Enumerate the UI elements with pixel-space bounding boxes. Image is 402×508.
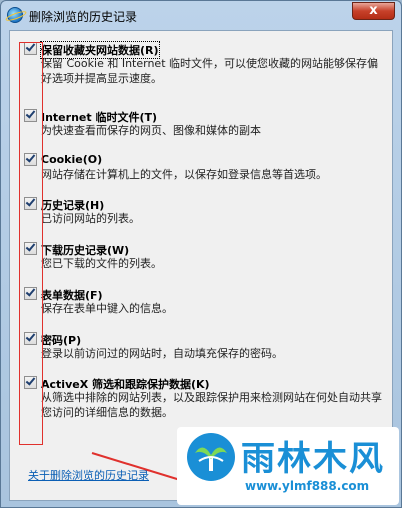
dialog-window: 删除浏览的历史记录 x 保留收藏夹网站数据(R) 保留 Cookie 和 Int… — [0, 0, 402, 508]
option-description: 保存在表单中键入的信息。 — [41, 302, 173, 315]
option-title: Cookie(O) — [41, 153, 103, 166]
close-button[interactable]: x — [352, 2, 395, 20]
option-description: 从筛选中排除的网站列表，以及跟踪保护用来检测网站在何处自动共享您访问的详细信息的… — [41, 391, 382, 419]
about-delete-history-link[interactable]: 关于删除浏览的历史记录 — [28, 467, 149, 483]
annotation-highlight-box — [19, 42, 43, 445]
watermark-url: www.ylmf888.com — [245, 479, 370, 493]
watermark-title: 雨林木风 — [241, 439, 385, 479]
option-description: 登录以前访问过的网站时，自动填充保存的密码。 — [41, 347, 283, 360]
option-description: 已访问网站的列表。 — [41, 212, 140, 225]
option-description: 保留 Cookie 和 Internet 临时文件，可以使您收藏的网站能够保存偏… — [41, 57, 378, 85]
option-description: 为快速查看而保存的网页、图像和媒体的副本 — [41, 124, 261, 137]
watermark-panel: 雨林木风 www.ylmf888.com — [177, 427, 399, 505]
title-bar[interactable]: 删除浏览的历史记录 x — [1, 1, 401, 29]
option-description: 网站存储在计算机上的文件，以保存如登录信息等首选项。 — [41, 168, 327, 181]
ylmf-logo-icon — [187, 433, 235, 481]
option-description: 您已下载的文件的列表。 — [41, 257, 162, 270]
window-title: 删除浏览的历史记录 — [29, 10, 138, 24]
internet-explorer-icon — [7, 7, 23, 23]
